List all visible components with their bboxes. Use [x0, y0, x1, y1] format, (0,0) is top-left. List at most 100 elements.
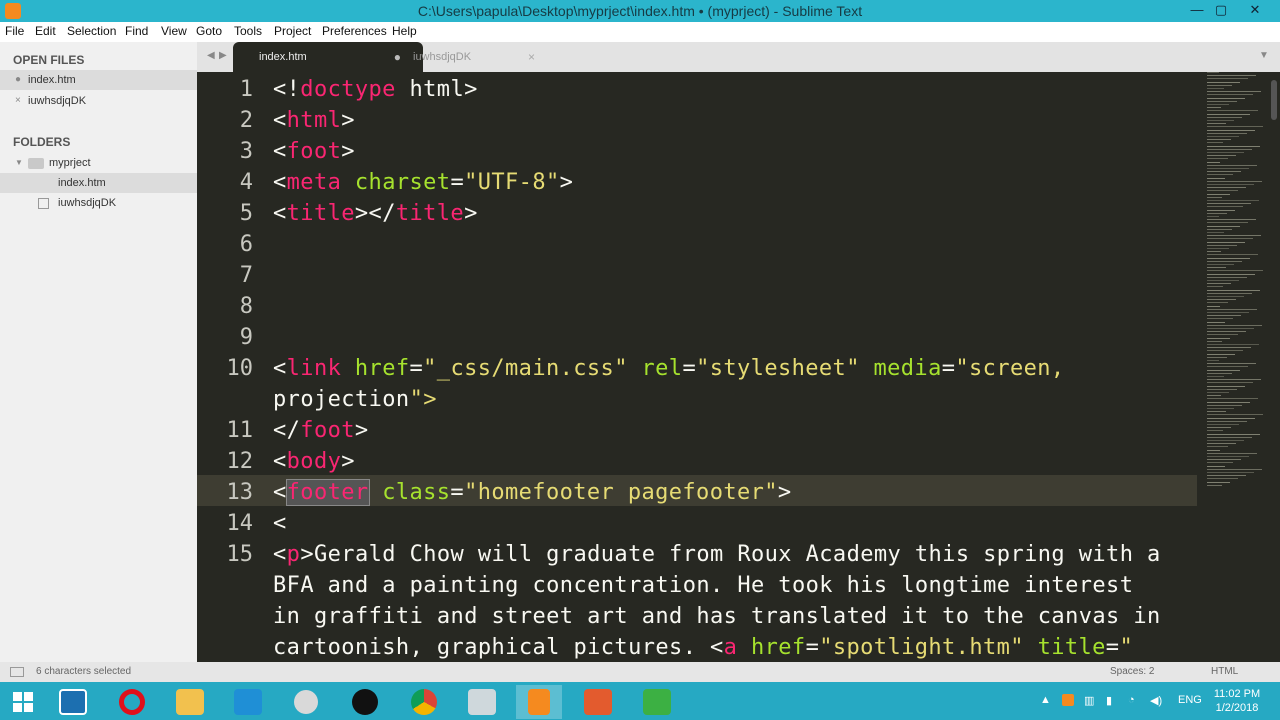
minimap-line	[1207, 459, 1241, 461]
minimap-line	[1207, 276, 1247, 278]
minimap-line	[1207, 78, 1248, 80]
minimap-line	[1207, 168, 1249, 169]
line-number: 9	[239, 325, 253, 350]
camtasia-recorder-icon[interactable]	[634, 685, 680, 719]
task-view-icon[interactable]	[50, 685, 96, 719]
tab-overflow-icon[interactable]: ▼	[1259, 50, 1269, 61]
minimap-line	[1207, 427, 1231, 429]
minimap-line	[1207, 222, 1248, 224]
menu-edit[interactable]: Edit	[35, 24, 56, 38]
tray-network-icon[interactable]: ▥	[1084, 694, 1094, 707]
sublime-text-taskbar-icon[interactable]	[516, 685, 562, 719]
folder-item-myprject[interactable]: ▼ myprject	[0, 153, 197, 173]
menu-file[interactable]: File	[5, 24, 24, 38]
tab-right-arrow-icon[interactable]: ▶	[219, 50, 227, 61]
app-icon-blue[interactable]	[225, 685, 271, 719]
menu-view[interactable]: View	[161, 24, 187, 38]
minimap-line	[1207, 244, 1237, 246]
menu-selection[interactable]: Selection	[67, 24, 116, 38]
file-item[interactable]: index.htm	[0, 173, 197, 193]
tray-expand-icon[interactable]: ▲	[1040, 694, 1051, 706]
minimap-line	[1207, 273, 1255, 275]
minimap-line	[1207, 264, 1234, 265]
folder-expand-icon[interactable]: ▼	[15, 153, 23, 173]
close-tab-icon[interactable]: ×	[528, 42, 535, 72]
minimap-line	[1207, 206, 1243, 208]
minimap-line	[1207, 433, 1260, 435]
menu-bar: File Edit Selection Find View Goto Tools…	[0, 22, 1280, 42]
syntax-status[interactable]: HTML	[1211, 666, 1238, 677]
file-icon	[38, 198, 49, 209]
camtasia-icon[interactable]	[575, 685, 621, 719]
close-icon[interactable]: ✕	[1240, 0, 1270, 22]
panel-toggle-icon[interactable]	[10, 667, 24, 677]
minimap-line	[1207, 481, 1230, 483]
code-editor[interactable]: 1 <!doctype html> 2 <html> 3 <foot> 4 <meta cha…	[197, 72, 1280, 662]
close-file-icon[interactable]: ×	[15, 91, 21, 111]
tray-volume-icon[interactable]: ◀)	[1150, 694, 1162, 707]
minimap-line	[1207, 84, 1232, 86]
minimap-line	[1207, 414, 1263, 416]
minimap-line	[1207, 155, 1236, 157]
code-line: <link href="_css/main.css" rel="styleshe…	[273, 356, 1065, 381]
minimap-line	[1207, 388, 1237, 390]
open-file-label: iuwhsdjqDK	[28, 95, 87, 107]
tab-iuwhsdjqdk[interactable]: iuwhsdjqDK ×	[387, 42, 547, 72]
minimap-line	[1207, 100, 1237, 102]
minimap-line	[1207, 420, 1247, 422]
tray-battery-icon[interactable]: ▮	[1106, 694, 1112, 707]
notepad-icon[interactable]	[459, 685, 505, 719]
opera-icon[interactable]	[109, 685, 155, 719]
minimap-line	[1207, 350, 1243, 352]
menu-goto[interactable]: Goto	[196, 24, 222, 38]
minimap-line	[1207, 324, 1262, 326]
tab-left-arrow-icon[interactable]: ◀	[207, 50, 215, 61]
minimap-line	[1207, 158, 1228, 160]
minimap-line	[1207, 97, 1245, 99]
tray-app-icon[interactable]	[1062, 694, 1074, 706]
clock-time: 11:02 PM	[1213, 688, 1261, 700]
minimap-line	[1207, 363, 1256, 365]
minimap-line	[1207, 225, 1240, 227]
minimap-line	[1207, 484, 1222, 486]
code-line: <footer class="homefooter pagefooter">	[273, 479, 792, 506]
maximize-icon[interactable]: ▢	[1206, 0, 1236, 22]
line-number: 7	[239, 263, 253, 288]
clock-date: 1/2/2018	[1215, 702, 1259, 714]
menu-tools[interactable]: Tools	[234, 24, 262, 38]
open-file-item[interactable]: × iuwhsdjqDK	[0, 91, 197, 111]
scrollbar-thumb[interactable]	[1271, 80, 1277, 120]
code-line: <p>Gerald Chow will graduate from Roux A…	[273, 542, 1161, 567]
minimap-line	[1207, 452, 1257, 454]
minimap-line	[1207, 232, 1224, 233]
vertical-scrollbar[interactable]	[1269, 72, 1280, 662]
chrome-icon[interactable]	[401, 685, 447, 719]
windows-start-icon[interactable]	[0, 685, 46, 719]
open-file-item[interactable]: ● index.htm	[0, 70, 197, 90]
minimap-line	[1207, 347, 1251, 349]
pen-tool-icon[interactable]	[342, 685, 388, 719]
menu-project[interactable]: Project	[274, 24, 311, 38]
indentation-status[interactable]: Spaces: 2	[1110, 666, 1154, 677]
minimap-line	[1207, 369, 1240, 371]
tray-wifi-icon[interactable]: ◔	[1128, 694, 1135, 706]
minimap-line	[1207, 136, 1239, 137]
line-number: 6	[239, 232, 253, 257]
menu-preferences[interactable]: Preferences	[322, 24, 387, 38]
minimap-line	[1207, 209, 1235, 211]
paint-icon[interactable]	[283, 685, 329, 719]
minimap[interactable]	[1207, 72, 1267, 492]
minimap-line	[1207, 241, 1245, 243]
file-explorer-icon[interactable]	[167, 685, 213, 719]
file-item[interactable]: iuwhsdjqDK	[0, 193, 197, 213]
menu-help[interactable]: Help	[392, 24, 417, 38]
menu-find[interactable]: Find	[125, 24, 148, 38]
taskbar-clock[interactable]: 11:02 PM 1/2/2018	[1200, 687, 1274, 715]
minimap-line	[1207, 408, 1234, 409]
tray-language[interactable]: ENG	[1178, 694, 1202, 706]
minimap-line	[1207, 417, 1255, 419]
minimap-line	[1207, 81, 1240, 83]
folder-label: myprject	[49, 157, 91, 169]
minimap-line	[1207, 465, 1225, 467]
minimap-line	[1207, 337, 1230, 339]
